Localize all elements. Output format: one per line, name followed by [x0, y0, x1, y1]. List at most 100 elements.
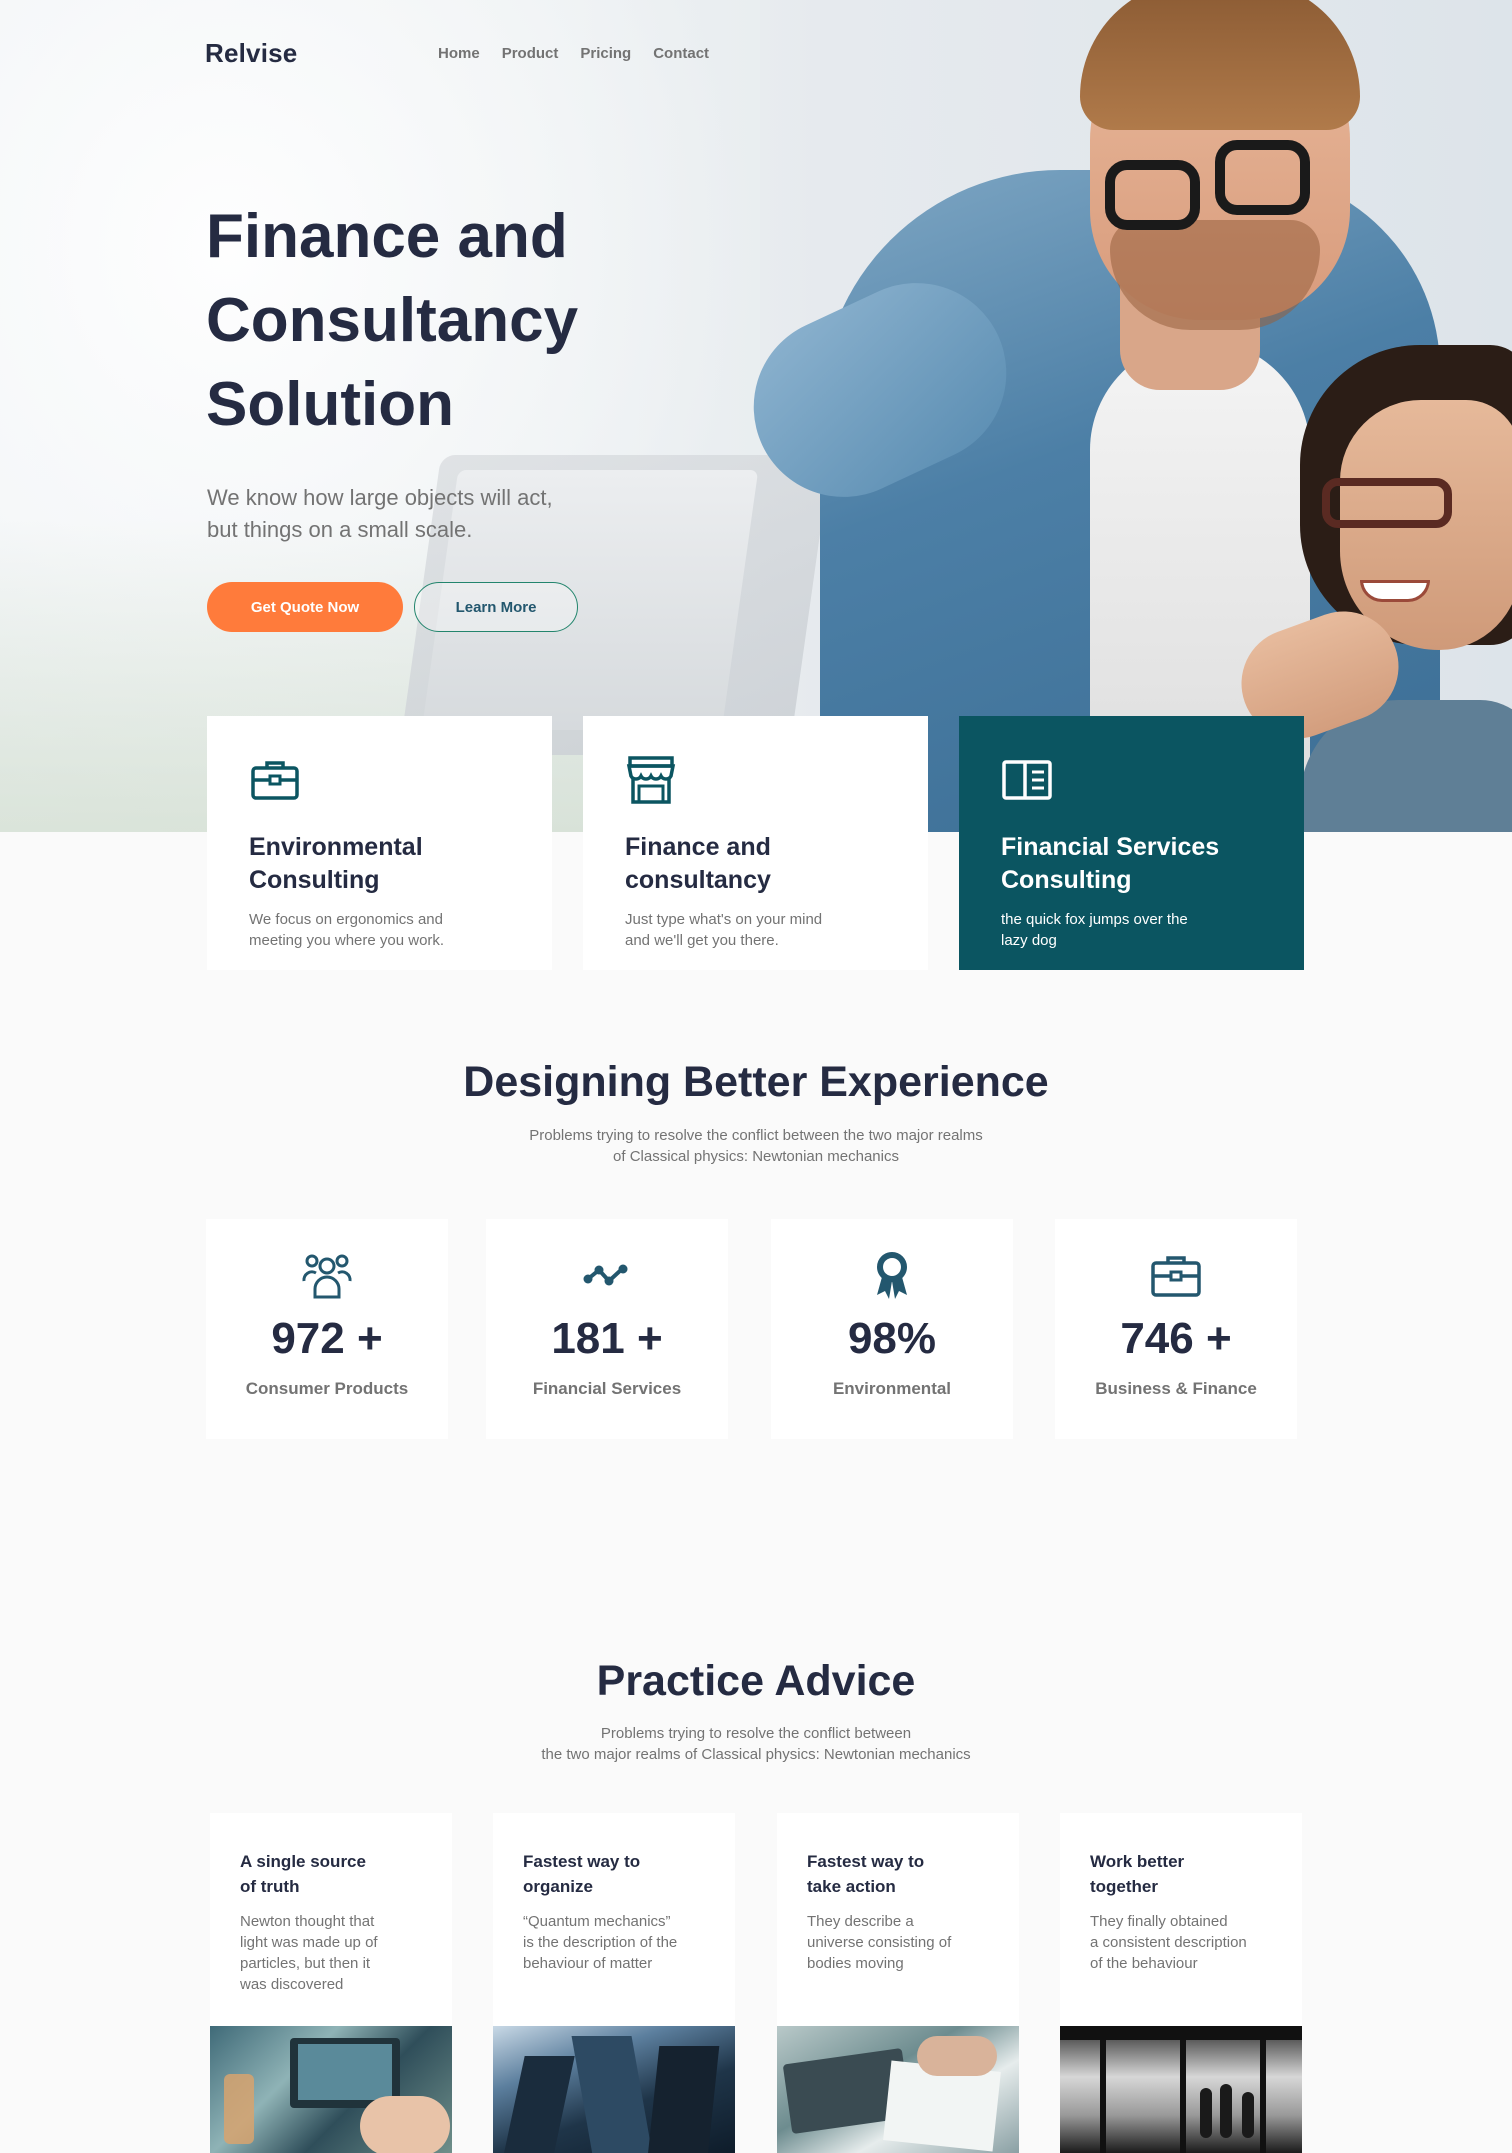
practice-card-title: A single source of truth [240, 1849, 420, 1899]
feature-title-line: Finance and [625, 833, 771, 861]
practice-card-title: Fastest way to organize [523, 1849, 703, 1899]
briefcase-icon [251, 761, 299, 800]
practice-card-title: Fastest way to take action [807, 1849, 987, 1899]
practice-card-title: Work better together [1090, 1849, 1270, 1899]
feature-desc-line: Just type what's on your mind [625, 911, 823, 928]
practice-card-title-line: A single source [240, 1852, 366, 1871]
feature-title-line: Consulting [249, 866, 380, 894]
practice-card-title-line: together [1090, 1877, 1158, 1896]
store-icon [626, 756, 676, 804]
users-icon [302, 1254, 352, 1299]
award-icon [877, 1252, 907, 1299]
feature-description: Just type what's on your mind and we'll … [625, 909, 865, 951]
feature-title-line: Environmental [249, 833, 423, 861]
practice-card[interactable]: Fastest way to organize “Quantum mechani… [493, 1813, 735, 2153]
hero-people-image [724, 0, 1512, 832]
hero-subtitle: We know how large objects will act, but … [207, 482, 627, 546]
nav-link-home[interactable]: Home [438, 45, 480, 62]
stat-card: 972 + Consumer Products [206, 1219, 448, 1439]
feature-card-finance[interactable]: Finance and consultancy Just type what's… [583, 716, 928, 970]
practice-subtitle-line: the two major realms of Classical physic… [541, 1746, 971, 1763]
nav-link-contact[interactable]: Contact [653, 45, 709, 62]
practice-card-title-line: Fastest way to [523, 1852, 641, 1871]
feature-title: Finance and consultancy [625, 831, 886, 897]
stat-label: Financial Services [532, 1379, 682, 1398]
stat-label: Business & Finance [1095, 1379, 1257, 1398]
practice-card-desc-line: Newton thought that [240, 1913, 375, 1930]
nav-link-pricing[interactable]: Pricing [580, 45, 631, 62]
feature-title: Environmental Consulting [249, 831, 510, 897]
hero-title-line: Solution [206, 370, 454, 439]
practice-card-title-line: of truth [240, 1877, 300, 1896]
stat-label: Environmental [832, 1379, 952, 1398]
stat-value: 98% [847, 1314, 937, 1363]
hero-title: Finance and Consultancy Solution [206, 195, 726, 447]
feature-title-line: Financial Services [1001, 833, 1220, 861]
practice-subtitle-line: Problems trying to resolve the conflict … [600, 1725, 912, 1742]
practice-card-description: Newton thought that light was made up of… [240, 1911, 430, 1995]
practice-card-desc-line: particles, but then it [240, 1955, 371, 1972]
briefcase-icon [1151, 1256, 1201, 1297]
practice-card-description: “Quantum mechanics” is the description o… [523, 1911, 713, 1974]
practice-card-image [1060, 2026, 1302, 2153]
main-nav: Home Product Pricing Contact [438, 45, 709, 62]
practice-card-desc-line: bodies moving [807, 1955, 904, 1972]
practice-subtitle: Problems trying to resolve the conflict … [456, 1723, 1056, 1765]
feature-desc-line: meeting you where you work. [249, 932, 445, 949]
feature-desc-line: lazy dog [1001, 932, 1057, 949]
feature-title-line: consultancy [625, 866, 771, 894]
stat-card: 181 + Financial Services [486, 1219, 728, 1439]
learn-more-button[interactable]: Learn More [414, 582, 578, 632]
nav-link-product[interactable]: Product [502, 45, 559, 62]
practice-card-desc-line: was discovered [240, 1976, 344, 1993]
hero-subtitle-line: but things on a small scale. [207, 517, 473, 542]
feature-title: Financial Services Consulting [1001, 831, 1262, 897]
practice-card-desc-line: universe consisting of [807, 1934, 952, 1951]
feature-desc-line: We focus on ergonomics and [249, 911, 443, 928]
practice-card[interactable]: Work better together They finally obtain… [1060, 1813, 1302, 2153]
stat-card: 98% Environmental [771, 1219, 1013, 1439]
book-open-icon [1002, 760, 1052, 800]
practice-card[interactable]: Fastest way to take action They describe… [777, 1813, 1019, 2153]
stat-card: 746 + Business & Finance [1055, 1219, 1297, 1439]
practice-card-title-line: organize [523, 1877, 593, 1896]
practice-card-title-line: take action [807, 1877, 896, 1896]
practice-card[interactable]: A single source of truth Newton thought … [210, 1813, 452, 2153]
experience-subtitle-line: of Classical physics: Newtonian mechanic… [613, 1148, 899, 1165]
hero-title-line: Consultancy [206, 286, 579, 355]
practice-card-image [777, 2026, 1019, 2153]
feature-desc-line: and we'll get you there. [625, 932, 779, 949]
trend-icon [583, 1264, 628, 1286]
brand-logo[interactable]: Relvise [205, 38, 297, 69]
stat-value: 746 + [1120, 1314, 1232, 1363]
get-quote-button[interactable]: Get Quote Now [207, 582, 403, 632]
feature-title-line: Consulting [1001, 866, 1132, 894]
stat-label: Consumer Products [245, 1379, 409, 1398]
practice-card-desc-line: a consistent description [1090, 1934, 1247, 1951]
practice-card-description: They finally obtained a consistent descr… [1090, 1911, 1280, 1974]
stat-value: 181 + [551, 1314, 663, 1363]
practice-card-image [493, 2026, 735, 2153]
feature-desc-line: the quick fox jumps over the [1001, 911, 1188, 928]
practice-card-desc-line: “Quantum mechanics” [523, 1913, 671, 1930]
practice-card-desc-line: light was made up of [240, 1934, 378, 1951]
stat-value: 972 + [271, 1314, 383, 1363]
feature-card-financial-services[interactable]: Financial Services Consulting the quick … [959, 716, 1304, 970]
practice-card-desc-line: They finally obtained [1090, 1913, 1228, 1930]
experience-subtitle: Problems trying to resolve the conflict … [456, 1125, 1056, 1167]
practice-card-description: They describe a universe consisting of b… [807, 1911, 997, 1974]
feature-card-environmental[interactable]: Environmental Consulting We focus on erg… [207, 716, 552, 970]
experience-title: Designing Better Experience [463, 1058, 1049, 1106]
practice-card-desc-line: They describe a [807, 1913, 914, 1930]
practice-card-image [210, 2026, 452, 2153]
practice-title: Practice Advice [596, 1657, 916, 1705]
experience-subtitle-line: Problems trying to resolve the conflict … [529, 1127, 983, 1144]
feature-description: We focus on ergonomics and meeting you w… [249, 909, 489, 951]
practice-card-title-line: Fastest way to [807, 1852, 925, 1871]
hero-subtitle-line: We know how large objects will act, [207, 485, 553, 510]
practice-card-desc-line: is the description of the [523, 1934, 678, 1951]
practice-card-title-line: Work better [1090, 1852, 1185, 1871]
feature-description: the quick fox jumps over the lazy dog [1001, 909, 1241, 951]
hero-title-line: Finance and [206, 202, 568, 271]
practice-card-desc-line: of the behaviour [1090, 1955, 1198, 1972]
